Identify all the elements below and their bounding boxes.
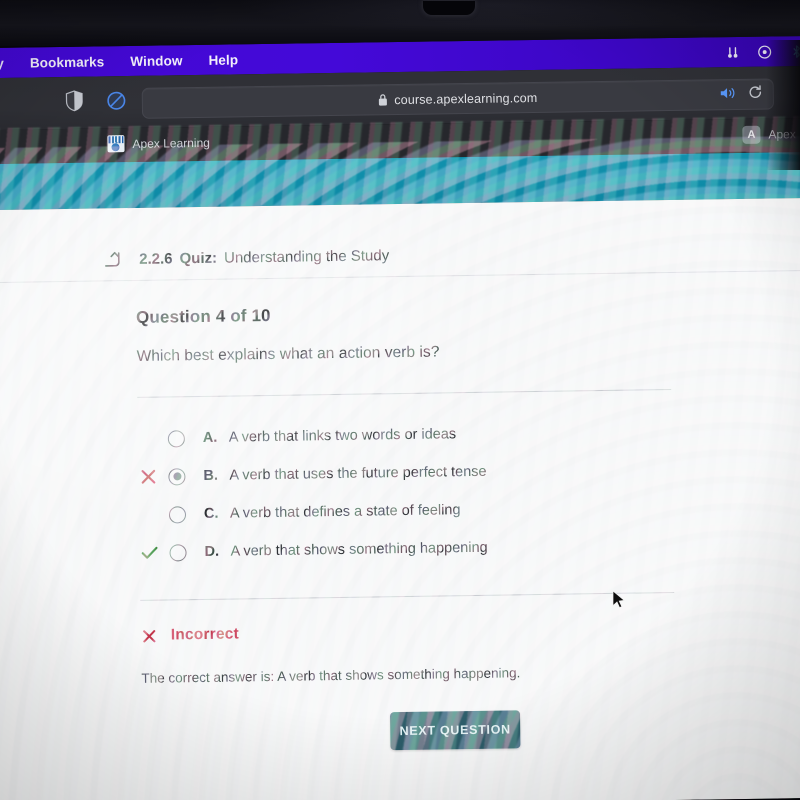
back-arrow-icon[interactable] [0, 248, 123, 272]
airpods-icon[interactable] [725, 44, 740, 59]
bookmark-apex-secondary[interactable]: A Apex Le [742, 125, 800, 144]
bookmark-label: Apex Learning [132, 135, 210, 151]
feedback-label: Incorrect [170, 625, 240, 644]
option-a-mark-slot [138, 429, 158, 449]
option-text: A verb that uses the future perfect tens… [229, 463, 487, 484]
menu-item-history-clipped[interactable]: y [0, 55, 4, 70]
address-bar-actions [720, 85, 763, 101]
feedback-banner: Incorrect [141, 619, 681, 645]
next-question-button[interactable]: NEXT QUESTION [389, 710, 521, 751]
answer-options: A. A verb that links two words or ideas … [138, 412, 680, 572]
option-letter: A. [202, 429, 218, 446]
toolbar-left-icons [65, 89, 127, 112]
radio-option-d[interactable] [169, 543, 187, 561]
quiz-name: Understanding the Study [223, 246, 390, 267]
address-bar[interactable]: course.apexlearning.com [141, 78, 775, 119]
option-letter: D. [204, 543, 220, 560]
apex-favicon-icon [107, 135, 125, 153]
menu-item-help[interactable]: Help [208, 52, 238, 67]
question-counter: Question 4 of 10 [135, 305, 271, 327]
speaker-icon[interactable] [720, 86, 736, 100]
screen-area: y Bookmarks Window Help course.apexlearn… [0, 35, 800, 800]
content-blocker-icon[interactable] [106, 90, 127, 111]
option-c-mark-slot [139, 505, 159, 525]
radio-option-a[interactable] [167, 429, 185, 447]
option-text: A verb that defines a state of feeling [229, 502, 461, 522]
question-text: Which best explains what an action verb … [136, 343, 440, 365]
menubar-status-icons [725, 36, 800, 67]
radio-option-b[interactable] [168, 467, 186, 485]
incorrect-x-icon [138, 467, 158, 487]
quiz-title: 2.2.6 Quiz: Understanding the Study [139, 247, 389, 268]
bookmark-apex-learning[interactable]: Apex Learning [107, 134, 210, 153]
address-bar-content: course.apexlearning.com [378, 90, 538, 107]
screenshot-root: y Bookmarks Window Help course.apexlearn… [0, 0, 800, 800]
letter-a-favicon-icon: A [742, 125, 761, 144]
quiz-titlebar: 2.2.6 Quiz: Understanding the Study [0, 227, 800, 284]
page-content: 2.2.6 Quiz: Understanding the Study Ques… [0, 197, 800, 800]
quiz-type-label: Quiz: [179, 249, 218, 267]
answer-option-d[interactable]: D. A verb that shows something happening [139, 526, 680, 572]
webcam-notch [423, 1, 475, 15]
quiz-number: 2.2.6 [139, 249, 173, 268]
option-text: A verb that links two words or ideas [228, 426, 457, 446]
option-letter: C. [203, 505, 219, 522]
reload-icon[interactable] [748, 85, 763, 100]
radio-option-c[interactable] [168, 505, 187, 523]
url-text: course.apexlearning.com [394, 90, 538, 107]
shield-icon[interactable] [65, 90, 84, 112]
lock-icon [378, 93, 388, 106]
correct-answer-text: The correct answer is: A verb that shows… [141, 665, 521, 686]
control-center-icon[interactable] [757, 44, 772, 59]
menu-item-window[interactable]: Window [130, 53, 182, 69]
bookmark-label: Apex Le [768, 127, 800, 142]
divider-top [137, 389, 672, 398]
menu-item-bookmarks[interactable]: Bookmarks [30, 54, 105, 70]
option-text: A verb that shows something happening [230, 539, 488, 560]
question-container: Question 4 of 10 Which best explains wha… [136, 300, 682, 686]
x-icon [141, 627, 158, 644]
correct-check-icon [139, 543, 159, 563]
menubar-items: y Bookmarks Window Help [0, 52, 238, 71]
bluetooth-icon[interactable] [789, 44, 800, 59]
option-letter: B. [203, 467, 219, 484]
divider-bottom [140, 591, 675, 601]
